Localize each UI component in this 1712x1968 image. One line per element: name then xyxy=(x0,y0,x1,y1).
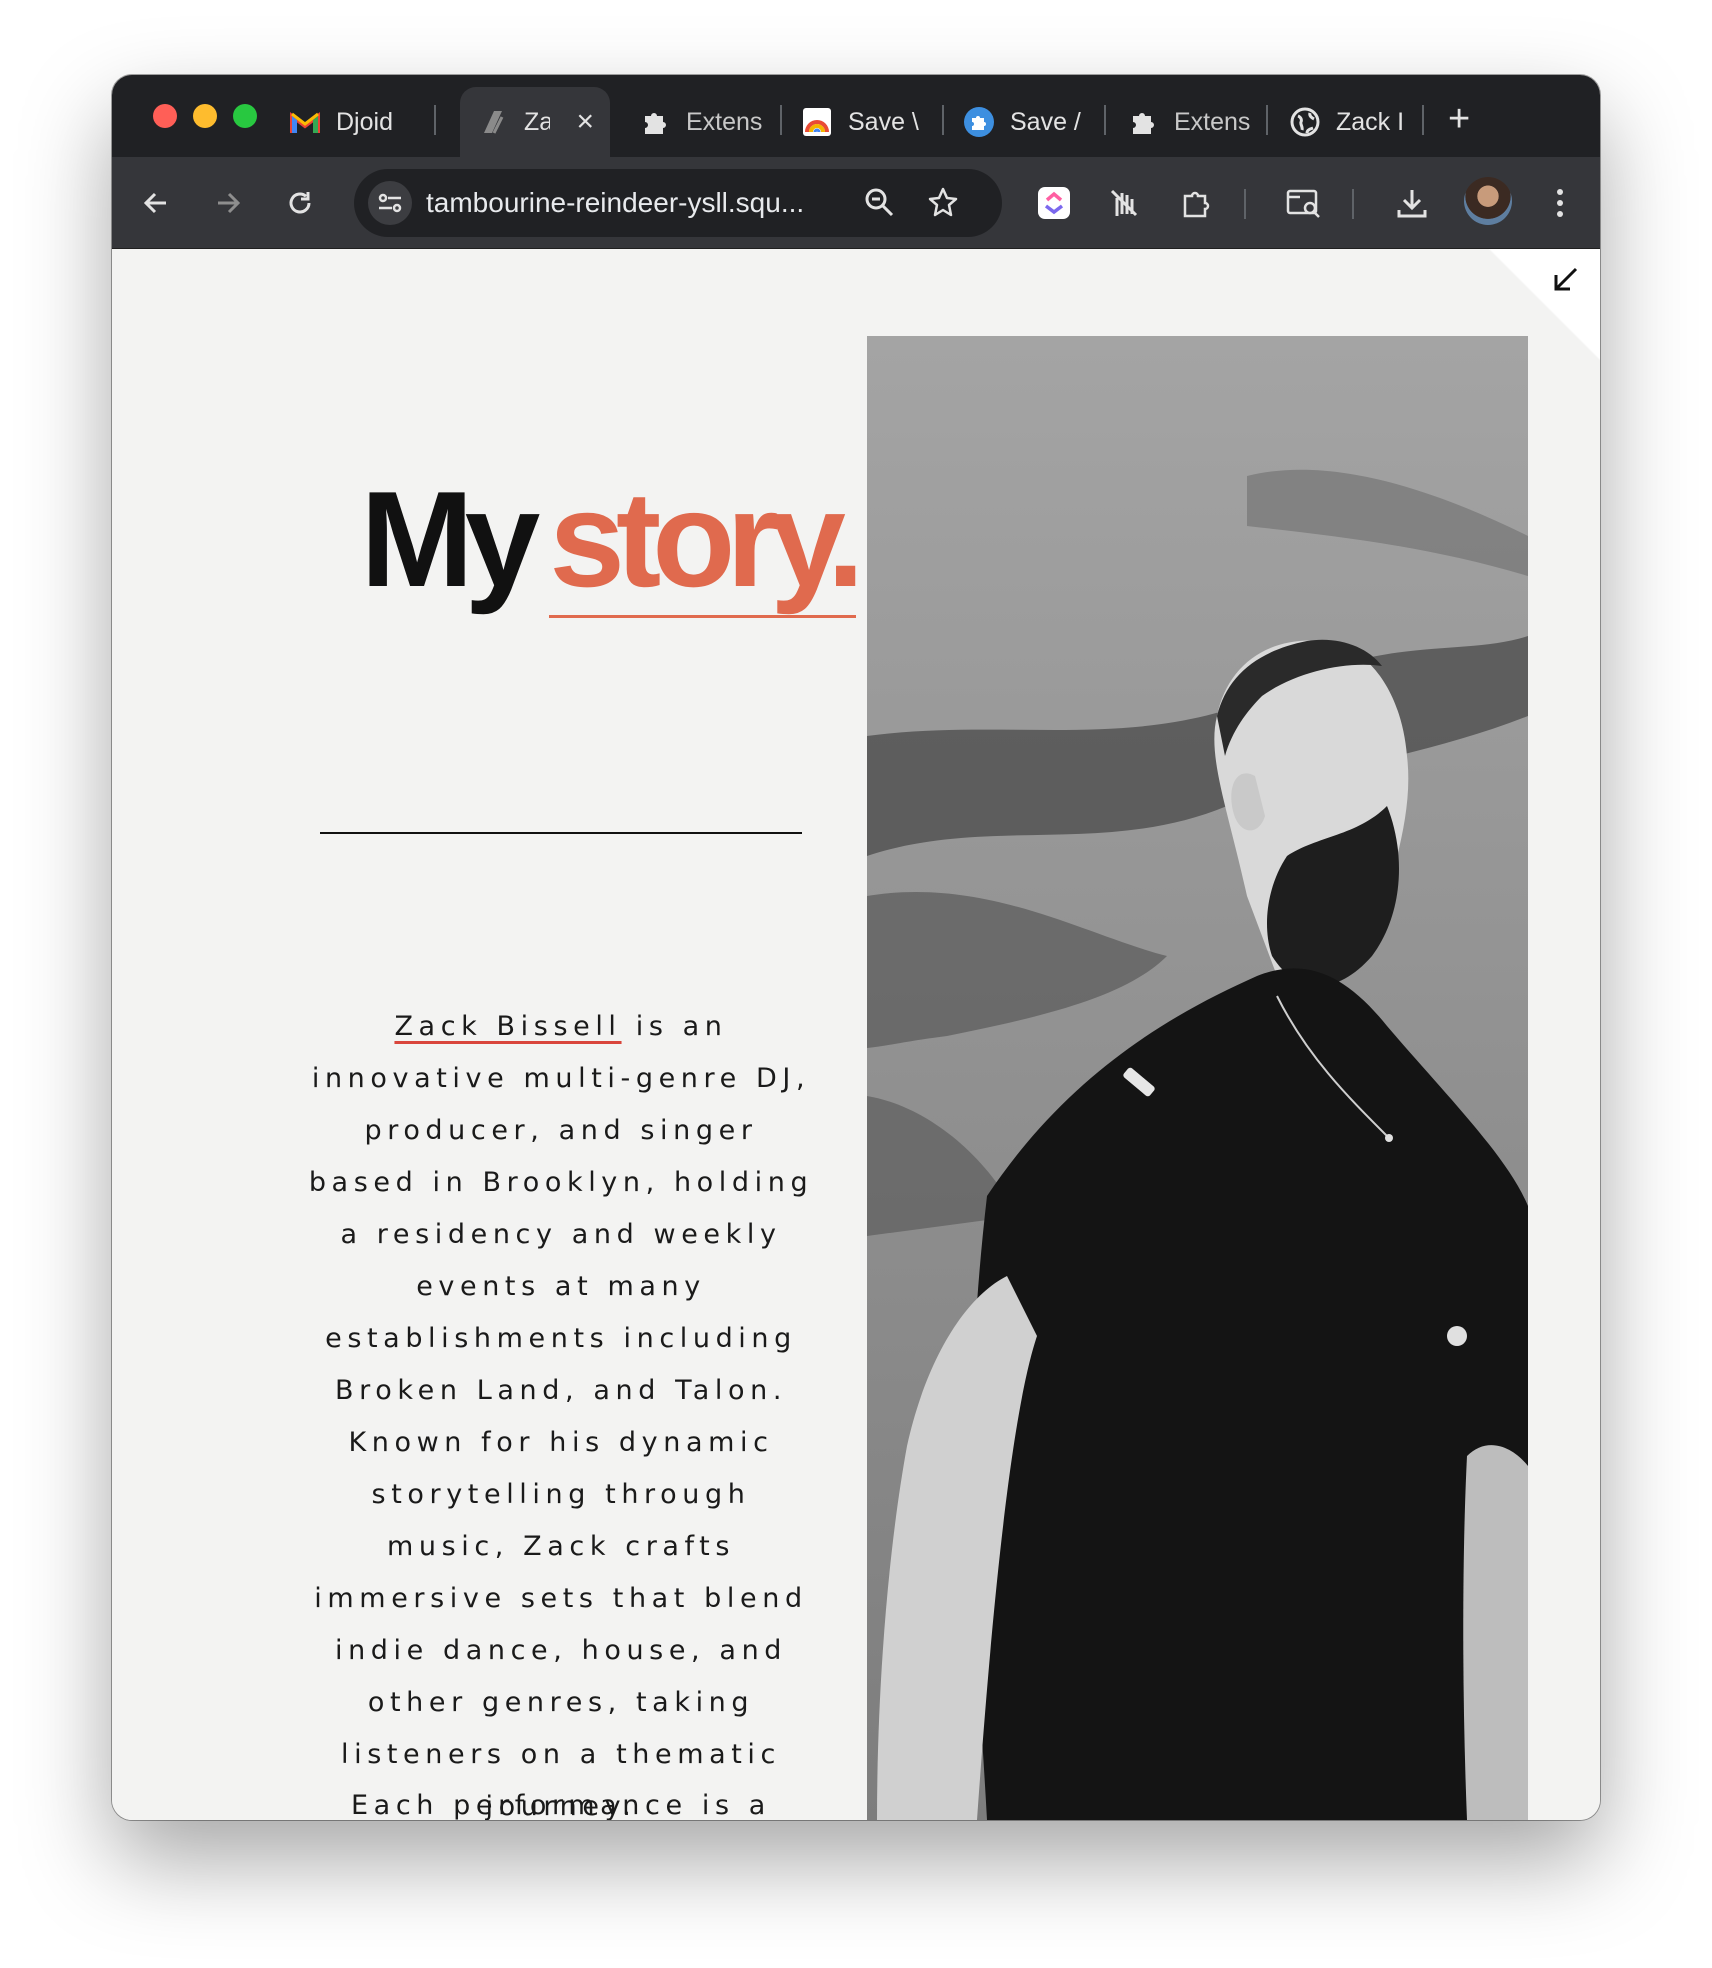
extensions-puzzle-icon[interactable] xyxy=(1176,183,1216,223)
browser-toolbar: tambourine-reindeer-ysll.squ... xyxy=(112,157,1600,249)
portrait-image xyxy=(867,336,1528,1820)
portrait-photo xyxy=(867,336,1528,1820)
puzzle-icon xyxy=(640,107,670,137)
puzzle-blue-icon xyxy=(964,107,994,137)
next-paragraph: Each performance is a xyxy=(351,1790,771,1820)
new-tab-button[interactable]: + xyxy=(1448,95,1470,143)
clickup-extension-icon[interactable] xyxy=(1034,183,1074,223)
tab-divider xyxy=(780,105,782,135)
arrow-left-icon xyxy=(143,192,166,214)
kebab-menu-icon[interactable] xyxy=(1540,183,1580,223)
rainbow-icon xyxy=(802,107,832,137)
close-tab-icon[interactable]: × xyxy=(576,105,610,139)
toolbar-divider xyxy=(1244,189,1246,219)
tab-title: Extens xyxy=(686,107,763,136)
tab-zack-globe[interactable]: Zack I xyxy=(1290,87,1414,157)
tab-divider xyxy=(942,105,944,135)
tab-divider xyxy=(434,105,436,135)
reload-icon xyxy=(289,192,311,214)
tab-extensions-2[interactable]: Extens xyxy=(1128,87,1250,157)
tab-divider xyxy=(1104,105,1106,135)
title-accent: story. xyxy=(549,463,865,618)
globe-icon xyxy=(1290,107,1320,137)
tab-title: Save \ xyxy=(848,107,919,136)
title-black: My xyxy=(360,463,540,615)
tab-title: Save / xyxy=(1010,107,1081,136)
squarespace-icon xyxy=(478,107,508,137)
divider-line xyxy=(320,832,802,834)
tab-strip: Djoid Za × Extens Save \ Save / Extens Z… xyxy=(112,75,1600,157)
tab-title: Djoid xyxy=(336,107,393,136)
tab-save-2[interactable]: Save / xyxy=(964,87,1088,157)
tab-divider xyxy=(1266,105,1268,135)
page-title: My story. xyxy=(330,463,886,618)
tab-divider xyxy=(1422,105,1424,135)
reload-button[interactable] xyxy=(280,183,320,223)
back-button[interactable] xyxy=(136,183,176,223)
maximize-window-button[interactable] xyxy=(233,104,257,128)
hand-extension-icon[interactable] xyxy=(1104,183,1144,223)
tab-extensions[interactable]: Extens xyxy=(640,87,774,157)
browser-window: Djoid Za × Extens Save \ Save / Extens Z… xyxy=(112,75,1600,1820)
address-bar[interactable]: tambourine-reindeer-ysll.squ... xyxy=(354,169,1002,237)
tab-save-1[interactable]: Save \ xyxy=(802,87,922,157)
download-icon[interactable] xyxy=(1392,183,1432,223)
forward-button[interactable] xyxy=(208,183,248,223)
tab-zack-site[interactable]: Za × xyxy=(460,87,610,157)
bookmark-star-icon[interactable] xyxy=(926,185,960,224)
page-content: My story. Zack Bissell is an innovative m… xyxy=(112,249,1600,1820)
arrow-right-icon xyxy=(218,192,241,214)
bio-paragraph: Zack Bissell is an innovative multi-genr… xyxy=(308,1001,814,1820)
minimize-window-button[interactable] xyxy=(193,104,217,128)
bio-text: is an innovative multi-genre DJ, produce… xyxy=(308,1011,814,1820)
tab-title: Za xyxy=(524,107,550,136)
tab-search-icon[interactable] xyxy=(1284,183,1324,223)
gmail-icon xyxy=(290,107,320,137)
puzzle-icon xyxy=(1128,107,1158,137)
arrow-down-left-icon[interactable] xyxy=(1550,265,1580,300)
zoom-icon[interactable] xyxy=(862,185,896,224)
tab-title: Zack I xyxy=(1336,107,1405,136)
tab-gmail[interactable]: Djoid xyxy=(290,87,416,157)
bio-name: Zack Bissell xyxy=(394,1011,622,1042)
profile-avatar[interactable] xyxy=(1464,177,1512,225)
site-settings-icon[interactable] xyxy=(368,181,412,225)
toolbar-divider xyxy=(1352,189,1354,219)
url-text[interactable]: tambourine-reindeer-ysll.squ... xyxy=(426,187,856,219)
close-window-button[interactable] xyxy=(153,104,177,128)
tab-title: Extens xyxy=(1174,107,1250,136)
